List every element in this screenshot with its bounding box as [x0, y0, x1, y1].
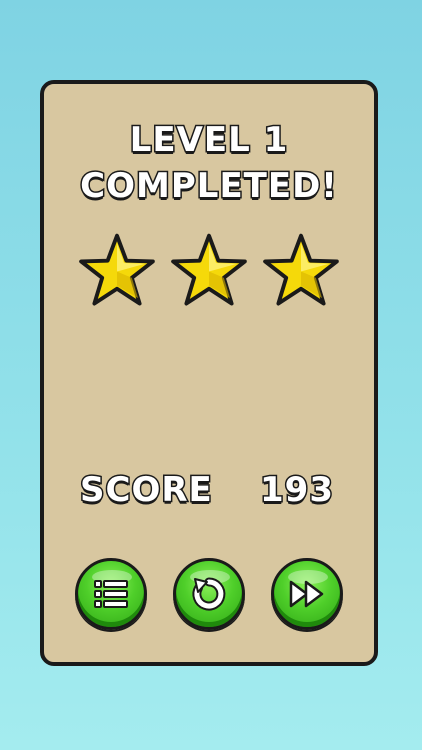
- star-icon: [263, 233, 339, 306]
- star-icon: [171, 233, 247, 306]
- restart-icon: [192, 577, 226, 611]
- star-rating: [44, 232, 374, 308]
- action-buttons: [44, 558, 374, 630]
- level-title: LEVEL 1: [128, 119, 289, 162]
- list-icon: [94, 580, 128, 608]
- next-level-button[interactable]: [271, 558, 343, 630]
- completed-title: COMPLETED!: [79, 165, 339, 208]
- score-value: 193: [259, 469, 335, 512]
- menu-button[interactable]: [75, 558, 147, 630]
- star-icon: [79, 233, 155, 306]
- level-complete-panel: LEVEL 1 COMPLETED! SCORE 193: [40, 80, 378, 666]
- restart-button[interactable]: [173, 558, 245, 630]
- score-label: SCORE: [79, 469, 214, 512]
- fast-forward-icon: [289, 580, 324, 608]
